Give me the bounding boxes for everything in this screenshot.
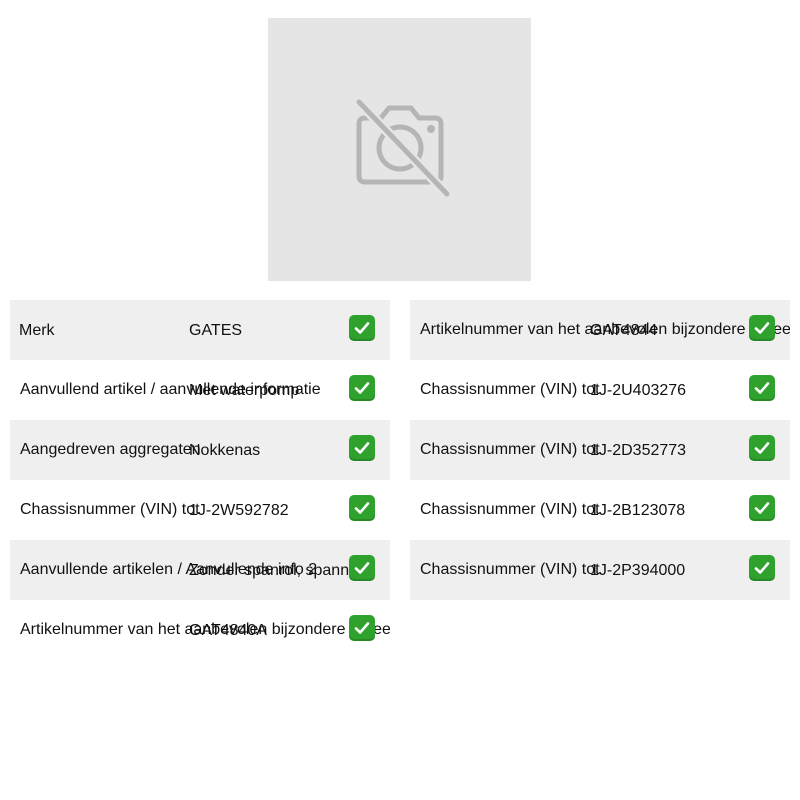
attribute-label: Aangedreven aggregaten xyxy=(20,441,201,458)
product-attributes-page: Merk GATES Aanvullend artikel / aanvulle… xyxy=(0,0,800,800)
check-mark-icon xyxy=(349,375,375,401)
attribute-row: Artikelnummer van het aanbevolen bijzond… xyxy=(10,600,390,660)
attribute-row: Chassisnummer (VIN) tot 1J-2D352773 xyxy=(410,420,790,480)
attributes-column-left: Merk GATES Aanvullend artikel / aanvulle… xyxy=(10,300,390,660)
attribute-label: Merk xyxy=(19,322,55,339)
attribute-value: 1J-2D352773 xyxy=(590,442,687,459)
attribute-value: Met waterpomp xyxy=(189,382,300,399)
check-mark-icon xyxy=(749,315,775,341)
attribute-value: 1J-2W592782 xyxy=(189,502,289,519)
attribute-value: 1J-2U403276 xyxy=(590,382,687,399)
check-mark-icon xyxy=(749,435,775,461)
check-mark-icon xyxy=(349,615,375,641)
attribute-row: Artikelnummer van het aanbevolen bijzond… xyxy=(410,300,790,360)
attribute-value: GAT4840A xyxy=(189,622,267,639)
check-mark-icon xyxy=(749,375,775,401)
check-mark-icon xyxy=(749,495,775,521)
attribute-label: Chassisnummer (VIN) tot xyxy=(420,441,600,458)
no-camera-icon xyxy=(345,92,455,207)
attribute-label: Chassisnummer (VIN) tot xyxy=(420,381,600,398)
attribute-row: Chassisnummer (VIN) tot 1J-2P394000 xyxy=(410,540,790,600)
check-mark-icon xyxy=(349,315,375,341)
attribute-row: Chassisnummer (VIN) tot 1J-2W592782 xyxy=(10,480,390,540)
check-mark-icon xyxy=(349,495,375,521)
attribute-row: Merk GATES xyxy=(10,300,390,360)
attribute-row: Aanvullend artikel / aanvullende informa… xyxy=(10,360,390,420)
attribute-label: Chassisnummer (VIN) tot xyxy=(20,501,200,518)
attribute-row: Aangedreven aggregaten Nokkenas xyxy=(10,420,390,480)
attribute-value: GAT4844 xyxy=(590,322,658,339)
attribute-row: Chassisnummer (VIN) tot 1J-2B123078 xyxy=(410,480,790,540)
attribute-value: 1J-2B123078 xyxy=(590,502,686,519)
attribute-label: Chassisnummer (VIN) tot xyxy=(420,561,600,578)
attribute-value: Nokkenas xyxy=(189,442,261,459)
check-mark-icon xyxy=(349,555,375,581)
attribute-row: Aanvullende artikelen / Aanvullende info… xyxy=(10,540,390,600)
attribute-value: 1J-2P394000 xyxy=(590,562,686,579)
attributes-column-right: Artikelnummer van het aanbevolen bijzond… xyxy=(410,300,790,600)
check-mark-icon xyxy=(349,435,375,461)
attribute-value: Zonder spanrol, spanner xyxy=(189,562,364,579)
product-image-placeholder xyxy=(268,18,531,281)
attribute-label: Chassisnummer (VIN) tot xyxy=(420,501,600,518)
check-mark-icon xyxy=(749,555,775,581)
attribute-row: Chassisnummer (VIN) tot 1J-2U403276 xyxy=(410,360,790,420)
attribute-value: GATES xyxy=(189,322,243,339)
